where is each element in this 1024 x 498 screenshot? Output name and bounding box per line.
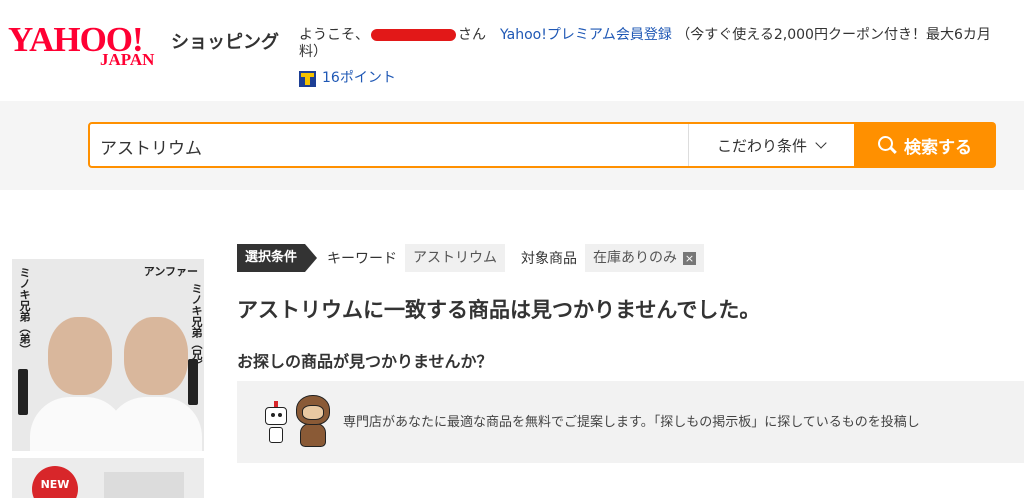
keyword-chip: アストリウム	[405, 244, 506, 272]
robot-body	[269, 427, 283, 443]
robot-mascot-icon	[261, 401, 291, 447]
search-box: こだわり条件 検索する	[88, 122, 996, 168]
search-button[interactable]: 検索する	[854, 122, 996, 168]
premium-note: （今すぐ使える2,000円クーポン付き！最大6カ月	[676, 27, 991, 43]
ad-caption-right: ミノキ兄弟（兄）	[190, 283, 203, 371]
selected-conditions-tag: 選択条件	[237, 244, 318, 272]
welcome-prefix: ようこそ、	[299, 27, 369, 43]
ad-banner[interactable]: アンファー ミノキ兄弟（弟） ミノキ兄弟（兄）	[12, 259, 204, 451]
selected-conditions: 選択条件 キーワード アストリウム 対象商品 在庫ありのみ ×	[237, 244, 705, 272]
no-results-heading: アストリウムに一致する商品は見つかりませんでした。	[237, 298, 761, 322]
conditions-dropdown[interactable]: こだわり条件	[688, 124, 853, 166]
ad-person-left	[48, 317, 112, 395]
close-icon[interactable]: ×	[683, 251, 697, 265]
redacted-username	[371, 29, 456, 41]
new-badge: NEW	[32, 466, 78, 498]
monkey-mascot-icon	[294, 395, 332, 449]
t-points-link[interactable]: 16ポイント	[299, 70, 396, 87]
premium-signup-link[interactable]: Yahoo!プレミアム会員登録	[500, 27, 672, 43]
keyword-value: アストリウム	[413, 250, 498, 266]
yahoo-japan-logo[interactable]: YAHOO! JAPAN	[8, 22, 168, 72]
ad-product-box	[104, 472, 184, 498]
logo-japan: JAPAN	[100, 50, 155, 69]
target-label: 対象商品	[521, 251, 578, 267]
search-board-text: 専門店があなたに最適な商品を無料でご提案します。「探しもの掲示板」に探しているも…	[343, 415, 920, 430]
welcome-message: ようこそ、 さん Yahoo!プレミアム会員登録 （今すぐ使える2,000円クーポン…	[299, 27, 1024, 44]
ad-banner-2[interactable]: NEW	[12, 458, 204, 498]
search-button-label: 検索する	[904, 137, 972, 158]
ad-product-bottle-right	[188, 359, 198, 405]
stock-filter-chip: 在庫ありのみ ×	[585, 244, 705, 272]
keyword-label: キーワード	[327, 251, 398, 267]
help-heading: お探しの商品が見つかりませんか？	[237, 352, 493, 371]
target-value: 在庫ありのみ	[593, 250, 678, 266]
robot-eye-right	[278, 413, 282, 417]
points-text: 16ポイント	[322, 70, 396, 86]
search-input[interactable]	[90, 124, 700, 168]
chevron-down-icon	[815, 137, 827, 149]
search-board-banner[interactable]: 専門店があなたに最適な商品を無料でご提案します。「探しもの掲示板」に探しているも…	[237, 381, 1024, 463]
ad-caption-left: ミノキ兄弟（弟）	[18, 267, 31, 355]
search-icon	[878, 136, 896, 154]
ad-person-right-shirt	[106, 397, 202, 451]
ad-person-right	[124, 317, 188, 395]
welcome-suffix: さん	[458, 27, 486, 43]
robot-head	[265, 407, 287, 425]
monkey-body	[300, 423, 326, 447]
shopping-title[interactable]: ショッピング	[171, 33, 279, 53]
ad-product-bottle-left	[18, 369, 28, 415]
premium-note-line2: 料）	[299, 44, 327, 60]
ad-brand: アンファー	[143, 265, 198, 278]
t-point-icon	[299, 70, 316, 87]
monkey-face	[302, 405, 324, 420]
robot-eye-left	[271, 413, 275, 417]
conditions-label: こだわり条件	[716, 136, 807, 155]
